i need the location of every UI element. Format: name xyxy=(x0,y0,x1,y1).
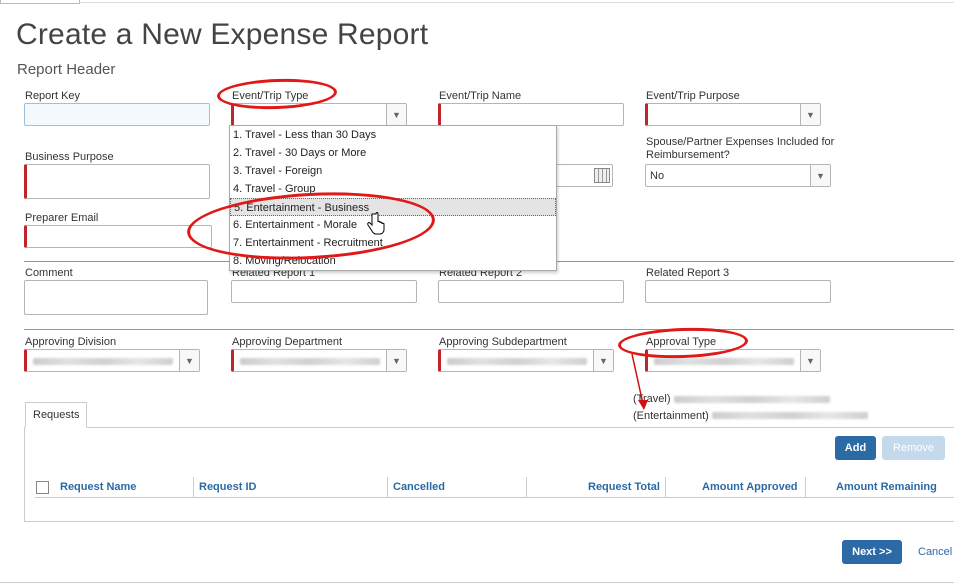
chevron-down-icon[interactable]: ▼ xyxy=(800,350,820,371)
bottom-divider xyxy=(0,582,954,583)
redacted-value xyxy=(654,358,794,365)
column-divider xyxy=(193,477,194,497)
event-trip-purpose-label: Event/Trip Purpose xyxy=(646,90,740,102)
event-trip-name-input[interactable] xyxy=(438,103,624,126)
chevron-down-icon[interactable]: ▼ xyxy=(179,350,199,371)
redacted-value xyxy=(240,358,380,365)
calendar-icon[interactable] xyxy=(594,168,610,183)
chevron-down-icon[interactable]: ▼ xyxy=(593,350,613,371)
approving-department-label: Approving Department xyxy=(232,336,343,348)
approving-division-select[interactable]: ▼ xyxy=(24,349,200,372)
section-divider xyxy=(24,329,954,330)
related-report-1-input[interactable] xyxy=(231,280,417,303)
related-report-3-input[interactable] xyxy=(645,280,831,303)
spouse-expenses-label: Spouse/Partner Expenses Included for Rei… xyxy=(646,136,835,161)
page-title: Create a New Expense Report xyxy=(16,18,429,51)
approving-subdepartment-label: Approving Subdepartment xyxy=(439,336,567,348)
spouse-expenses-select[interactable]: No ▼ xyxy=(645,164,831,187)
preparer-email-input[interactable] xyxy=(24,225,212,248)
callout-arrow-icon xyxy=(631,353,648,410)
cancel-link[interactable]: Cancel xyxy=(918,546,954,558)
chevron-down-icon[interactable]: ▼ xyxy=(800,104,820,125)
remove-button[interactable]: Remove xyxy=(882,436,945,460)
chevron-down-icon[interactable]: ▼ xyxy=(386,104,406,125)
redacted-value xyxy=(674,396,830,403)
next-button[interactable]: Next >> xyxy=(842,540,902,564)
column-amount-remaining[interactable]: Amount Remaining xyxy=(836,481,937,493)
business-purpose-input[interactable] xyxy=(24,164,210,199)
menu-item[interactable]: 1. Travel - Less than 30 Days xyxy=(230,126,556,144)
redacted-value xyxy=(712,412,868,419)
report-key-label: Report Key xyxy=(25,90,81,102)
select-all-checkbox[interactable] xyxy=(36,481,49,494)
event-trip-name-label: Event/Trip Name xyxy=(439,90,522,102)
section-title: Report Header xyxy=(17,61,116,78)
column-request-id[interactable]: Request ID xyxy=(199,481,256,493)
column-amount-approved[interactable]: Amount Approved xyxy=(702,481,798,493)
spouse-expenses-value: No xyxy=(650,170,665,182)
table-header-divider xyxy=(35,497,954,498)
column-divider xyxy=(665,477,666,497)
column-divider xyxy=(526,477,527,497)
column-cancelled[interactable]: Cancelled xyxy=(393,481,445,493)
redacted-value xyxy=(447,358,587,365)
redacted-value xyxy=(33,358,173,365)
column-request-name[interactable]: Request Name xyxy=(60,481,136,493)
menu-item[interactable]: 3. Travel - Foreign xyxy=(230,162,556,180)
tab-requests[interactable]: Requests xyxy=(25,402,87,428)
column-request-total[interactable]: Request Total xyxy=(588,481,660,493)
business-purpose-label: Business Purpose xyxy=(25,151,114,163)
chevron-down-icon[interactable]: ▼ xyxy=(386,350,406,371)
column-divider xyxy=(805,477,806,497)
comment-label: Comment xyxy=(25,267,73,279)
related-report-3-label: Related Report 3 xyxy=(646,267,730,279)
chevron-down-icon[interactable]: ▼ xyxy=(810,165,830,186)
approving-division-label: Approving Division xyxy=(25,336,117,348)
approving-subdepartment-select[interactable]: ▼ xyxy=(438,349,614,372)
preparer-email-label: Preparer Email xyxy=(25,212,99,224)
event-trip-purpose-select[interactable]: ▼ xyxy=(645,103,821,126)
report-key-input[interactable] xyxy=(24,103,210,126)
top-tab-edge xyxy=(0,0,80,4)
top-divider xyxy=(0,2,954,3)
requests-panel xyxy=(24,427,954,522)
menu-item[interactable]: 2. Travel - 30 Days or More xyxy=(230,144,556,162)
add-button[interactable]: Add xyxy=(835,436,876,460)
column-divider xyxy=(387,477,388,497)
related-report-2-input[interactable] xyxy=(438,280,624,303)
approving-department-select[interactable]: ▼ xyxy=(231,349,407,372)
comment-input[interactable] xyxy=(24,280,208,315)
